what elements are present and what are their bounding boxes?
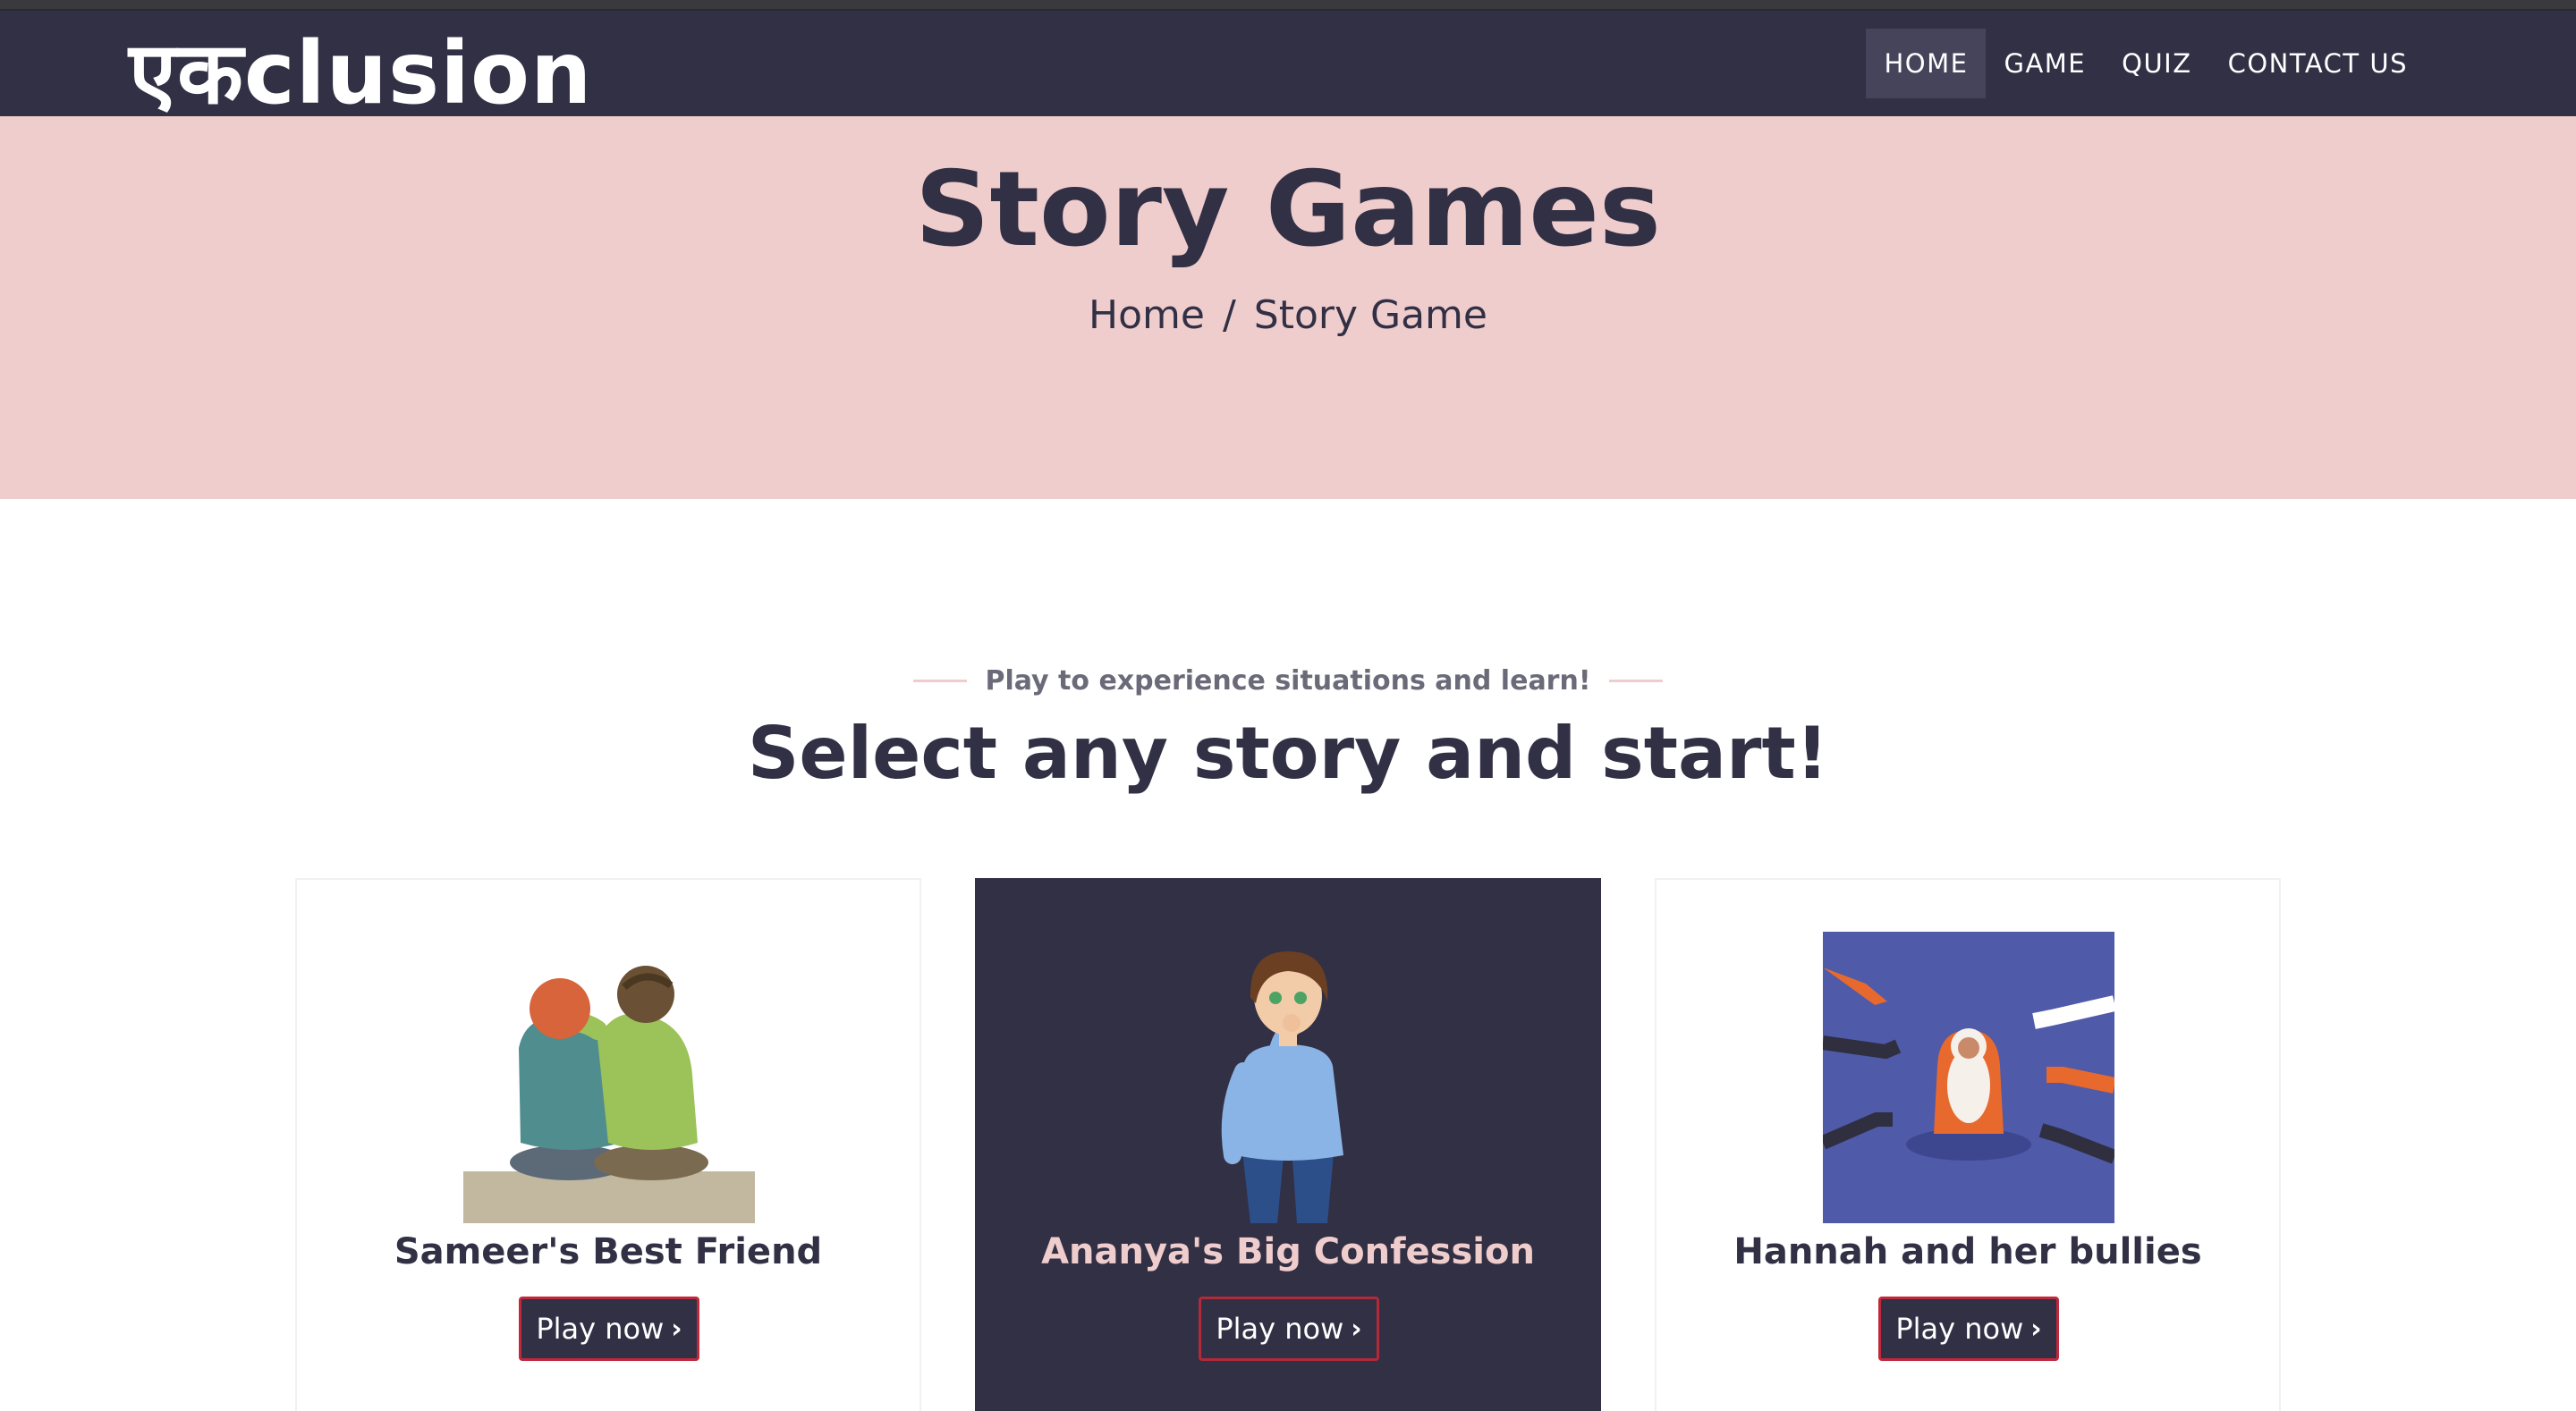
worried-girl-illustration [1221, 951, 1343, 1223]
browser-top-strip [0, 0, 2576, 11]
story-card-sameer[interactable]: Sameer's Best Friend Play now › [295, 878, 921, 1411]
section-subtitle-row: Play to experience situations and learn! [0, 658, 2576, 703]
navbar: एकclusion HOME GAME QUIZ CONTACT US [0, 11, 2576, 123]
nav-game[interactable]: GAME [1986, 29, 2104, 98]
section-title: Select any story and start! [747, 712, 1829, 795]
nav-home[interactable]: HOME [1866, 29, 1987, 98]
chevron-right-icon: › [2030, 1313, 2042, 1345]
site-logo[interactable]: एकclusion [129, 16, 592, 131]
play-now-button[interactable]: Play now › [1878, 1297, 2059, 1361]
story-title: Hannah and her bullies [1733, 1231, 2202, 1272]
nav-contact-us[interactable]: CONTACT US [2210, 29, 2426, 98]
nav-quiz[interactable]: QUIZ [2104, 29, 2209, 98]
breadcrumb-current: Story Game [1253, 292, 1487, 338]
play-now-label: Play now [1895, 1312, 2024, 1346]
hero-banner: Story Games Home / Story Game [0, 116, 2576, 499]
story-card-ananya[interactable]: Ananya's Big Confession Play now › [975, 878, 1601, 1411]
main-nav: HOME GAME QUIZ CONTACT US [1866, 29, 2426, 98]
page-title: Story Games [915, 149, 1661, 270]
play-now-label: Play now [1216, 1312, 1344, 1346]
breadcrumb-separator: / [1222, 292, 1236, 338]
story-title: Sameer's Best Friend [394, 1231, 823, 1272]
breadcrumb: Home / Story Game [0, 277, 2576, 354]
chevron-right-icon: › [1351, 1313, 1362, 1345]
play-now-label: Play now [536, 1312, 665, 1346]
chevron-right-icon: › [671, 1313, 682, 1345]
section-subtitle: Play to experience situations and learn! [985, 664, 1591, 697]
two-friends-illustration [463, 966, 755, 1223]
subtitle-divider-right [1608, 679, 1663, 682]
subtitle-divider-left [913, 679, 968, 682]
story-title: Ananya's Big Confession [1041, 1231, 1535, 1272]
play-now-button[interactable]: Play now › [1199, 1297, 1379, 1361]
bullying-illustration [1823, 932, 2114, 1223]
story-card-hannah[interactable]: Hannah and her bullies Play now › [1655, 878, 2281, 1411]
breadcrumb-home-link[interactable]: Home [1089, 292, 1205, 338]
play-now-button[interactable]: Play now › [519, 1297, 699, 1361]
